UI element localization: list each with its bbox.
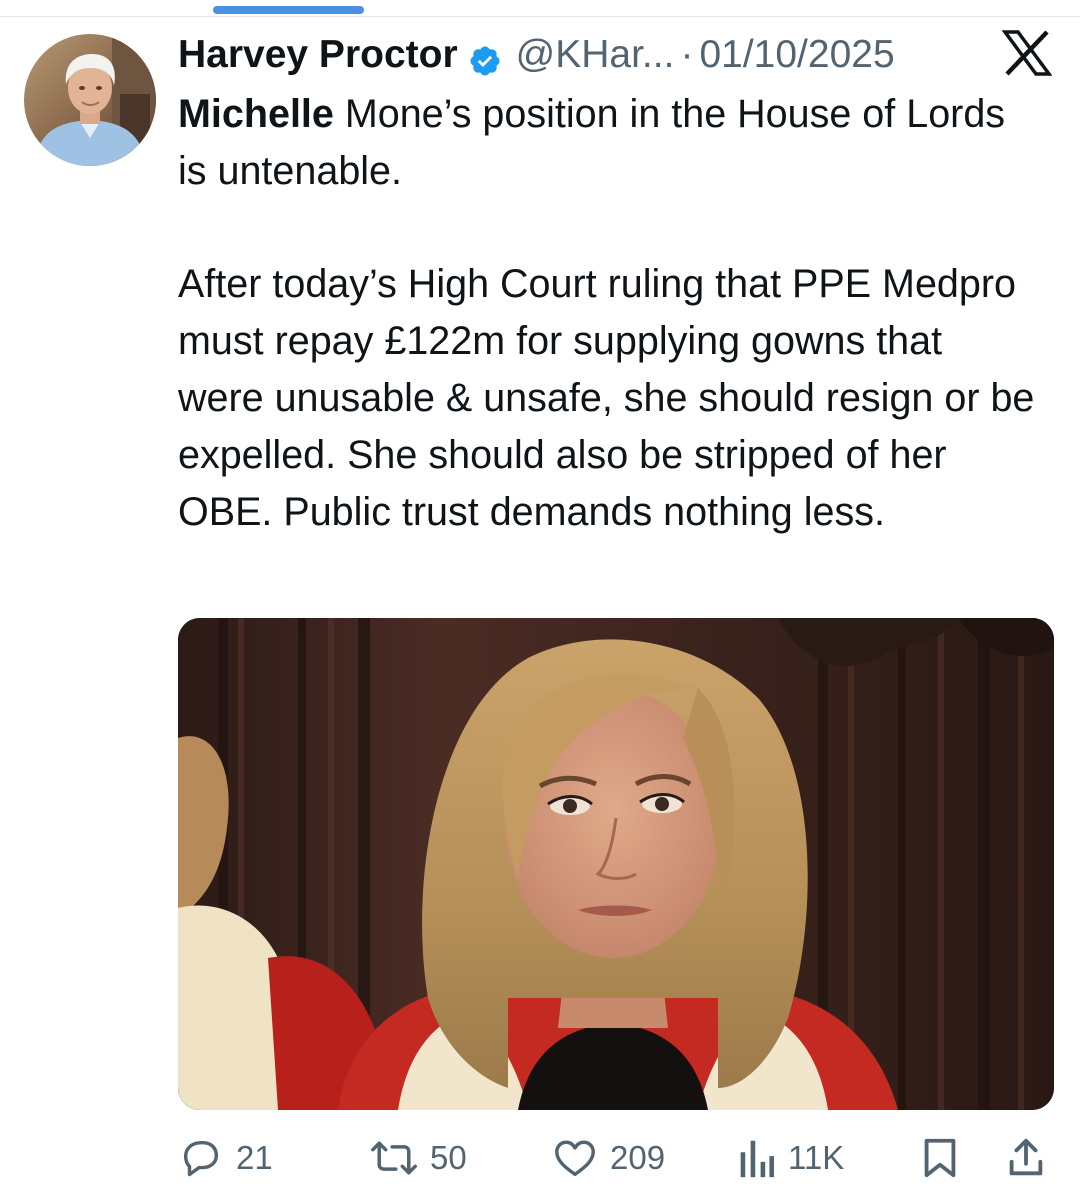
post-text-paragraph-2: After today’s High Court ruling that PPE… [178, 262, 1035, 534]
author-handle[interactable]: @KHar... [516, 27, 675, 83]
top-tab-indicator [213, 6, 364, 14]
share-icon [1006, 1135, 1046, 1181]
author-display-name[interactable]: Harvey Proctor [178, 27, 458, 83]
x-logo-icon [1001, 30, 1053, 76]
reply-count: 21 [236, 1139, 273, 1176]
avatar[interactable] [24, 34, 156, 166]
top-divider [0, 16, 1080, 17]
mention-name: Michelle [178, 92, 334, 136]
like-button[interactable]: 209 [552, 1130, 665, 1186]
post-image[interactable] [178, 618, 1054, 1110]
heart-icon [552, 1135, 598, 1181]
views-button[interactable]: 11K [736, 1130, 844, 1186]
repost-icon [370, 1135, 418, 1181]
reply-icon [178, 1135, 224, 1181]
post-text: Michelle Mone’s position in the House of… [178, 86, 1038, 541]
bookmark-icon [920, 1135, 960, 1181]
repost-button[interactable]: 50 [370, 1130, 467, 1186]
views-count: 11K [788, 1139, 845, 1176]
post-actions-bar: 21 50 209 11K [0, 1130, 1080, 1190]
separator-dot: · [680, 33, 694, 76]
like-count: 209 [610, 1139, 666, 1176]
post-text-paragraph-1: Michelle Mone’s position in the House of… [178, 86, 1038, 200]
bookmark-button[interactable] [920, 1130, 960, 1186]
share-button[interactable] [1006, 1130, 1046, 1186]
verified-badge-icon [468, 38, 502, 76]
views-chart-icon [736, 1135, 776, 1181]
post-header: Harvey Proctor @KHar... · 01/10/2025 [178, 27, 988, 83]
repost-count: 50 [430, 1139, 467, 1176]
post-date[interactable]: 01/10/2025 [699, 27, 894, 83]
reply-button[interactable]: 21 [178, 1130, 273, 1186]
